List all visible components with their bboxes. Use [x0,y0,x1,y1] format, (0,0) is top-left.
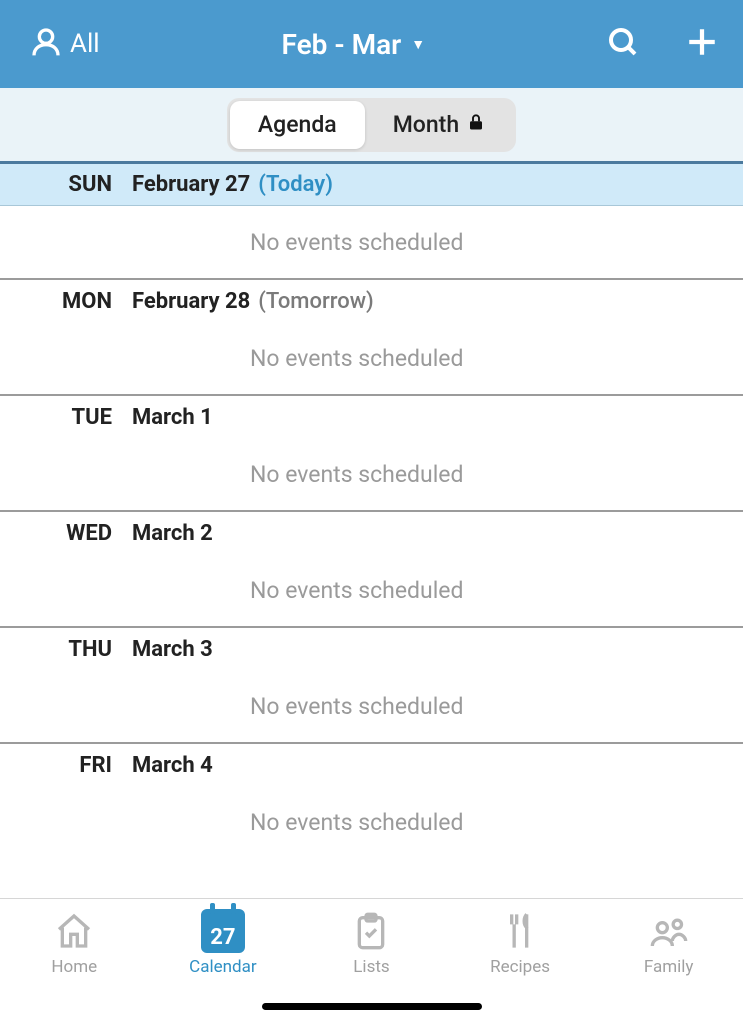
day-of-week: THU [0,637,132,662]
day-section: MON February 28 (Tomorrow) No events sch… [0,280,743,396]
day-header[interactable]: THU March 3 [0,628,743,670]
day-section: WED March 2 No events scheduled [0,512,743,628]
day-header[interactable]: WED March 2 [0,512,743,554]
no-events-label: No events scheduled [0,322,743,394]
day-of-week: WED [0,521,132,546]
nav-label: Calendar [189,957,256,977]
agenda-tab-label: Agenda [258,111,337,138]
home-icon [54,909,94,953]
utensils-icon [500,909,540,953]
date-range-button[interactable]: Feb - Mar ▼ [100,28,607,61]
day-section: TUE March 1 No events scheduled [0,396,743,512]
no-events-label: No events scheduled [0,670,743,742]
no-events-label: No events scheduled [0,554,743,626]
day-date: February 28 [132,289,250,314]
day-relative: (Tomorrow) [258,289,373,314]
nav-family[interactable]: Family [594,909,743,1024]
nav-label: Family [644,957,694,977]
day-of-week: TUE [0,405,132,430]
title-text: Feb - Mar [282,28,402,61]
view-toggle-bar: Agenda Month [0,88,743,164]
day-of-week: MON [0,289,132,314]
add-icon[interactable] [685,25,719,63]
day-relative: (Today) [258,172,333,197]
month-tab[interactable]: Month [365,101,513,149]
day-of-week: FRI [0,753,132,778]
no-events-label: No events scheduled [0,438,743,510]
agenda-tab[interactable]: Agenda [230,101,365,149]
day-header[interactable]: TUE March 1 [0,396,743,438]
day-date: March 3 [132,637,213,662]
nav-label: Home [51,957,97,977]
lock-icon [467,111,485,139]
day-of-week: SUN [0,172,132,197]
clipboard-icon [351,909,391,953]
view-toggle: Agenda Month [227,98,516,152]
day-header[interactable]: FRI March 4 [0,744,743,786]
nav-label: Lists [353,957,389,977]
agenda-list[interactable]: SUN February 27 (Today) No events schedu… [0,164,743,898]
chevron-down-icon: ▼ [411,36,425,53]
search-icon[interactable] [607,26,639,62]
day-date: February 27 [132,172,250,197]
no-events-label: No events scheduled [0,206,743,278]
day-date: March 1 [132,405,213,430]
top-header: All Feb - Mar ▼ [0,0,743,88]
day-section: SUN February 27 (Today) No events schedu… [0,164,743,280]
day-header[interactable]: SUN February 27 (Today) [0,164,743,206]
filter-button[interactable]: All [30,26,100,62]
nav-home[interactable]: Home [0,909,149,1024]
month-tab-label: Month [393,111,459,138]
person-icon [30,26,62,62]
day-header[interactable]: MON February 28 (Tomorrow) [0,280,743,322]
day-section: FRI March 4 No events scheduled [0,744,743,858]
no-events-label: No events scheduled [0,786,743,858]
filter-label: All [70,29,100,59]
home-indicator [262,1003,482,1010]
nav-label: Recipes [490,957,550,977]
people-icon [649,909,689,953]
day-date: March 4 [132,753,213,778]
calendar-day-number: 27 [210,925,235,950]
day-section: THU March 3 No events scheduled [0,628,743,744]
day-date: March 2 [132,521,213,546]
calendar-icon: 27 [201,909,245,953]
